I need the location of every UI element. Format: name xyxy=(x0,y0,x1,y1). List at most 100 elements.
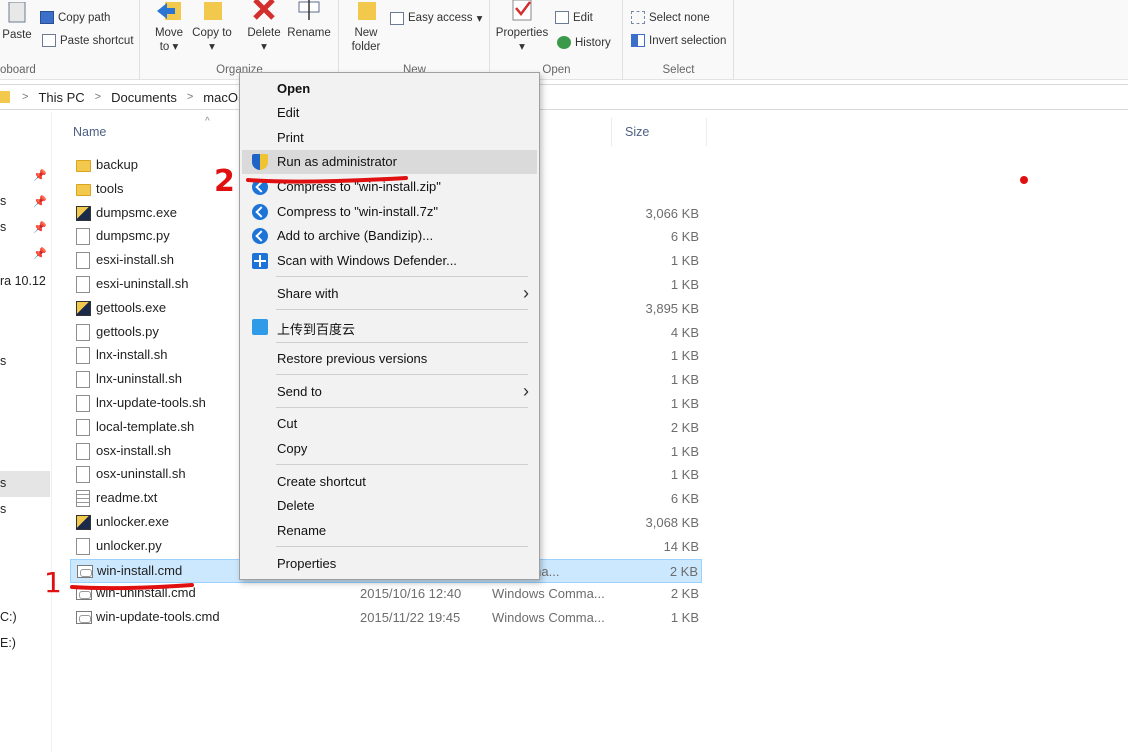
nav-item[interactable]: s xyxy=(0,194,6,208)
menu-separator xyxy=(276,276,528,277)
menu-edit[interactable]: Edit xyxy=(242,101,537,125)
menu-compress-zip[interactable]: Compress to "win-install.zip" xyxy=(242,175,537,199)
nav-item[interactable]: ra 10.12 xyxy=(0,274,46,288)
pin-icon: 📌 xyxy=(33,248,47,260)
menu-copy-label: Copy xyxy=(277,441,308,456)
menu-scan-defender[interactable]: Scan with Windows Defender... xyxy=(242,249,537,273)
paste-label: Paste xyxy=(2,29,32,41)
move-to-icon xyxy=(157,2,181,20)
menu-print[interactable]: Print xyxy=(242,126,537,150)
easy-access-button[interactable]: Easy access ▾ xyxy=(390,11,482,25)
file-name: win-update-tools.cmd xyxy=(96,609,220,624)
menu-compress-7z-label: Compress to "win-install.7z" xyxy=(277,204,438,219)
file-icon xyxy=(76,466,90,483)
menu-cut[interactable]: Cut xyxy=(242,412,537,436)
menu-rename[interactable]: Rename xyxy=(242,519,537,543)
file-name: gettools.exe xyxy=(96,300,167,315)
column-header-size[interactable]: Size xyxy=(612,118,706,148)
file-name: dumpsmc.py xyxy=(96,228,170,243)
baidu-cloud-icon xyxy=(252,319,268,335)
breadcrumb-this-pc[interactable]: This PC xyxy=(38,90,84,105)
rename-button[interactable]: Rename xyxy=(287,0,331,40)
nav-item[interactable]: s xyxy=(0,476,6,490)
file-icon xyxy=(76,443,90,460)
copy-to-button[interactable]: Copy to ▾ xyxy=(191,0,233,54)
nav-item-drive-c[interactable]: C:) xyxy=(0,610,17,624)
menu-upload-baidu[interactable]: 上传到百度云 xyxy=(242,315,537,339)
copy-path-button[interactable]: Copy path xyxy=(40,11,110,24)
nav-item[interactable]: s xyxy=(0,502,6,516)
menu-add-to-archive[interactable]: Add to archive (Bandizip)... xyxy=(242,224,537,248)
menu-restore-previous-versions[interactable]: Restore previous versions xyxy=(242,347,537,371)
file-name: backup xyxy=(96,157,138,172)
file-name: dumpsmc.exe xyxy=(96,205,177,220)
file-icon xyxy=(76,252,90,269)
menu-delete-label: Delete xyxy=(277,498,315,513)
file-size: 1 KB xyxy=(670,253,699,268)
new-folder-button[interactable]: New folder xyxy=(344,0,388,54)
paste-icon xyxy=(8,2,26,23)
nav-item-drive-e[interactable]: E:) xyxy=(0,636,16,650)
menu-send-to[interactable]: Send to › xyxy=(242,380,537,404)
rename-label: Rename xyxy=(287,27,331,39)
annotation-step-1: 1 xyxy=(44,566,62,599)
invert-selection-button[interactable]: Invert selection xyxy=(631,34,726,47)
file-size: 2 KB xyxy=(669,564,698,579)
clipboard-group: Paste Copy path Paste shortcut oboard xyxy=(0,0,140,80)
menu-separator xyxy=(276,464,528,465)
file-size: 4 KB xyxy=(670,325,699,340)
menu-properties[interactable]: Properties xyxy=(242,552,537,576)
menu-compress-7z[interactable]: Compress to "win-install.7z" xyxy=(242,200,537,224)
folder-icon xyxy=(76,184,91,196)
history-button[interactable]: History xyxy=(557,36,611,49)
nav-selected-highlight xyxy=(0,471,50,497)
file-name: lnx-install.sh xyxy=(96,347,168,362)
nav-item[interactable]: s xyxy=(0,220,6,234)
edit-label: Edit xyxy=(573,11,593,24)
file-icon xyxy=(76,347,90,364)
menu-separator xyxy=(276,342,528,343)
menu-edit-label: Edit xyxy=(277,105,300,120)
menu-scan-defender-label: Scan with Windows Defender... xyxy=(277,253,457,268)
delete-label: Delete xyxy=(247,27,281,39)
cmd-icon xyxy=(76,587,92,600)
file-row[interactable]: win-uninstall.cmd 2015/10/16 12:40 Windows… xyxy=(70,582,702,606)
navigation-pane: 📌 📌 📌 📌 s s ra 10.12 s s s C:) E:) xyxy=(0,112,52,752)
file-icon xyxy=(76,371,90,388)
select-none-button[interactable]: Select none xyxy=(631,11,710,24)
move-to-button[interactable]: Move to ▾ xyxy=(149,0,189,54)
edit-icon xyxy=(555,11,569,24)
paste-button[interactable]: Paste xyxy=(0,2,34,42)
new-folder-icon xyxy=(358,2,376,20)
file-name: unlocker.exe xyxy=(96,514,169,529)
menu-open[interactable]: Open xyxy=(242,77,537,101)
file-size: 1 KB xyxy=(670,277,699,292)
file-name: readme.txt xyxy=(96,490,158,505)
menu-delete[interactable]: Delete xyxy=(242,494,537,518)
column-divider xyxy=(611,118,612,146)
menu-copy[interactable]: Copy xyxy=(242,437,537,461)
menu-create-shortcut[interactable]: Create shortcut xyxy=(242,470,537,494)
file-row[interactable]: win-update-tools.cmd 2015/11/22 19:45 Wind… xyxy=(70,606,702,630)
organize-group: Move to ▾ Copy to ▾ Delete ▾ Rename Organ… xyxy=(141,0,339,80)
properties-label: Properties xyxy=(495,27,549,39)
menu-separator xyxy=(276,546,528,547)
address-bar[interactable]: > This PC > Documents > macOS xyxy=(0,84,1128,110)
menu-separator xyxy=(276,374,528,375)
file-icon xyxy=(76,228,90,245)
menu-run-as-administrator[interactable]: Run as administrator xyxy=(242,150,537,174)
file-icon xyxy=(76,276,90,293)
menu-share-with[interactable]: Share with › xyxy=(242,282,537,306)
menu-cut-label: Cut xyxy=(277,416,298,431)
edit-button[interactable]: Edit xyxy=(555,11,593,24)
file-type: Windows Comma... xyxy=(492,586,605,601)
properties-button[interactable]: Properties ▾ xyxy=(493,0,551,54)
breadcrumb-documents[interactable]: Documents xyxy=(111,90,177,105)
exe-icon xyxy=(76,301,91,316)
nav-item[interactable]: s xyxy=(0,354,6,368)
file-size: 1 KB xyxy=(670,348,699,363)
pin-icon: 📌 xyxy=(33,196,47,208)
delete-button[interactable]: Delete ▾ xyxy=(243,0,285,54)
bandizip-icon xyxy=(252,179,268,195)
paste-shortcut-button[interactable]: Paste shortcut xyxy=(42,34,134,47)
